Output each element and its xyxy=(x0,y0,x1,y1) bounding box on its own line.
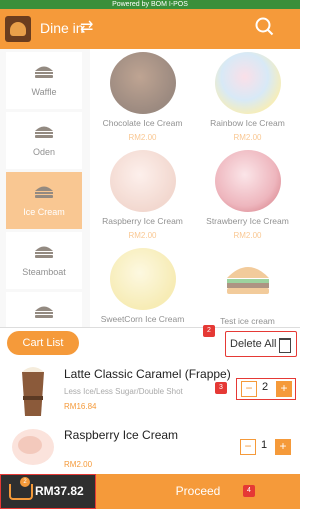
frappe-image xyxy=(22,367,44,416)
decrease-button[interactable]: − xyxy=(241,381,257,397)
powered-by-text: Powered by BOM I-POS xyxy=(112,1,188,8)
swap-mode-icon[interactable]: ⇄ xyxy=(80,17,93,37)
cart-total-button[interactable]: 2 RM37.82 xyxy=(0,474,96,509)
quantity-value: 2 xyxy=(262,381,269,393)
proceed-button[interactable]: Proceed xyxy=(96,474,300,509)
powered-by-bar: Powered by BOM I-POS xyxy=(0,0,300,9)
header-bar: Dine in ⇄ xyxy=(0,9,300,49)
annotation-badge-3: 3 xyxy=(215,382,227,394)
search-icon[interactable] xyxy=(254,16,274,36)
quantity-stepper: − 1 + xyxy=(236,437,294,457)
annotation-badge-2: 2 xyxy=(203,325,215,337)
cart-item-name: Latte Classic Caramel (Frappe) xyxy=(64,367,231,381)
checkout-footer: 2 RM37.82 1 Proceed 4 xyxy=(0,474,300,509)
dine-in-mode[interactable]: Dine in xyxy=(40,20,84,36)
delete-all-button[interactable]: Delete All xyxy=(225,331,297,357)
cart-count-badge: 2 xyxy=(20,477,30,487)
cart-panel: Cart List 2 Delete All Latte Classic Car… xyxy=(0,325,300,475)
trash-icon xyxy=(279,338,291,353)
increase-button[interactable]: + xyxy=(275,439,291,455)
cart-item-price: RM2.00 xyxy=(64,460,93,469)
increase-button[interactable]: + xyxy=(276,381,292,397)
dim-overlay xyxy=(0,49,300,327)
restaurant-logo xyxy=(5,16,31,42)
cart-item-name: Raspberry Ice Cream xyxy=(64,428,179,442)
delete-all-label: Delete All xyxy=(230,338,277,350)
cart-item-price: RM16.84 xyxy=(64,402,97,411)
cart-list-button[interactable]: Cart List xyxy=(7,331,79,355)
annotation-badge-4: 4 xyxy=(243,485,255,497)
ice-cream-image xyxy=(12,429,54,465)
quantity-stepper: − 2 + xyxy=(236,378,296,400)
decrease-button[interactable]: − xyxy=(240,439,256,455)
shopping-cart-icon xyxy=(9,484,33,500)
quantity-value: 1 xyxy=(261,439,268,451)
cart-item-note: Less Ice/Less Sugar/Double Shot xyxy=(64,387,183,396)
cart-total: RM37.82 xyxy=(35,484,84,498)
